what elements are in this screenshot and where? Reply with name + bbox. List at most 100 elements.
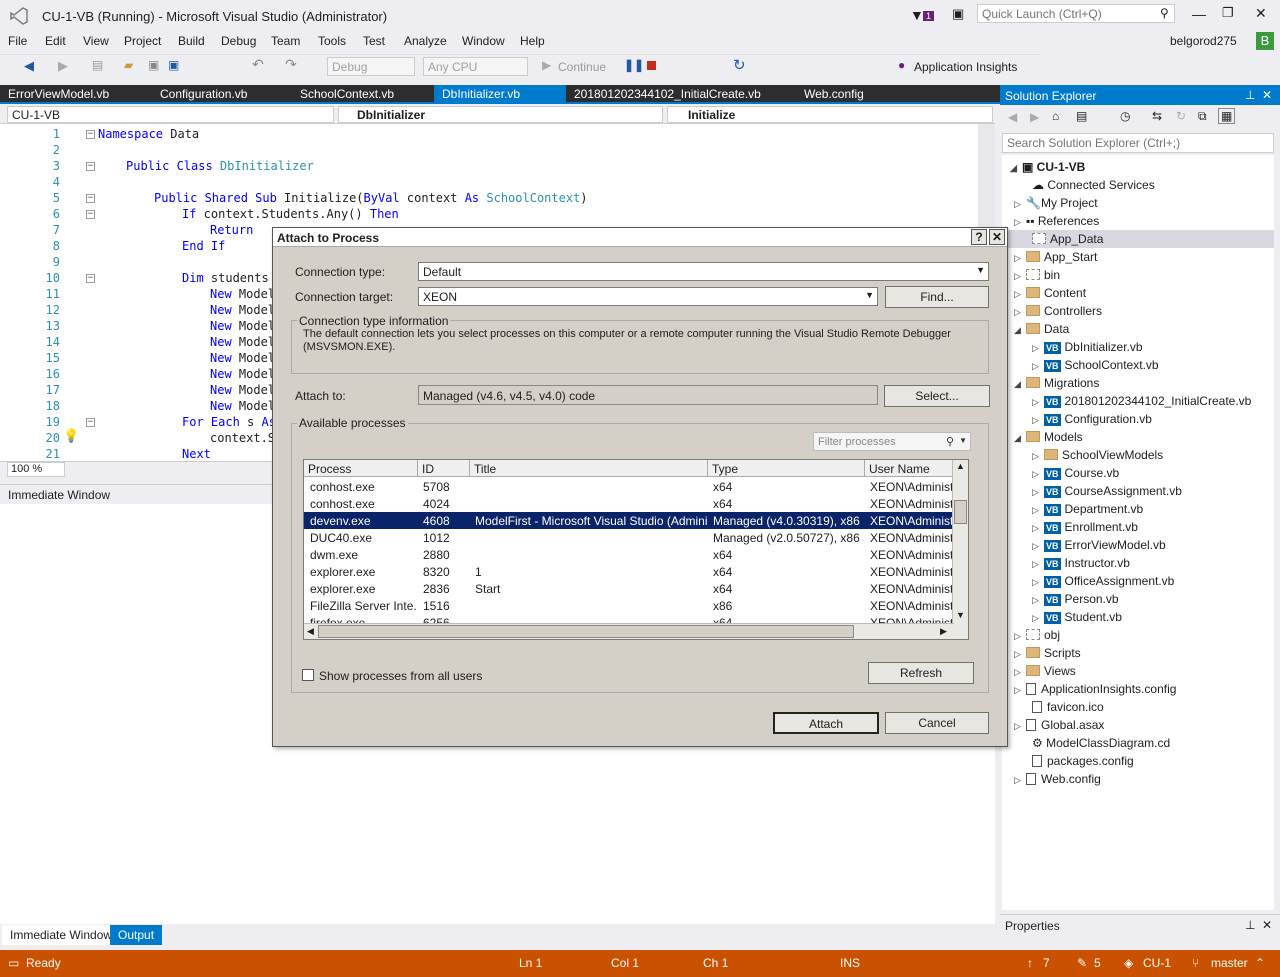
dialog-close-button[interactable]: ✕ [989, 229, 1005, 245]
menu-project[interactable]: Project [124, 34, 161, 48]
collapse-icon[interactable]: − [86, 210, 95, 219]
filter-processes-input[interactable]: Filter processes ⚲ ▼ [813, 432, 971, 451]
switch-views-icon[interactable]: ▤ [1076, 109, 1087, 123]
tree-item[interactable]: ☁ Connected Services [1032, 176, 1155, 194]
table-row[interactable]: explorer.exe2836Startx64XEON\Administrat [304, 580, 954, 597]
scroll-thumb[interactable] [318, 625, 854, 638]
show-all-users-label[interactable]: Show processes from all users [319, 669, 482, 683]
continue-icon[interactable]: ▶ [542, 58, 551, 72]
collapse-icon[interactable]: − [86, 162, 95, 171]
tree-item[interactable]: ▷ VB Instructor.vb [1032, 554, 1130, 572]
feedback-icon[interactable]: ▣ [952, 6, 964, 22]
menu-file[interactable]: File [8, 34, 27, 48]
process-list-vertical-scrollbar[interactable]: ▲ ▼ [952, 460, 968, 639]
tree-item[interactable]: ▷ obj [1014, 626, 1060, 644]
table-row[interactable]: DUC40.exe 1012 Managed (v2.0.50727), x86 XE… [304, 529, 954, 546]
tree-item[interactable]: ▷ ▪▪ References [1014, 212, 1099, 230]
table-row[interactable]: conhost.exe4024x64XEON\Administrat [304, 495, 954, 512]
tree-item[interactable]: ▷ VB Course.vb [1032, 464, 1119, 482]
class-dropdown[interactable]: DbInitializer [338, 106, 663, 123]
tree-item[interactable]: ▷ Global.asax [1014, 716, 1104, 734]
tree-item[interactable]: ▷ App_Start [1014, 248, 1097, 266]
table-row-selected[interactable]: devenv.exe 4608 ModelFirst - Microsoft Vis… [304, 512, 954, 529]
tab-configuration[interactable]: Configuration.vb [152, 85, 292, 104]
tree-item[interactable]: ▷ VB ErrorViewModel.vb [1032, 536, 1166, 554]
tree-item[interactable]: ▷ VB OfficeAssignment.vb [1032, 572, 1174, 590]
tree-item[interactable]: ▷ bin [1014, 266, 1060, 284]
back-icon[interactable]: ◀ [1008, 110, 1017, 124]
restart-icon[interactable]: ↻ [733, 56, 746, 74]
connection-target-select[interactable]: XEON ▼ [418, 287, 878, 306]
open-icon[interactable]: ▰ [124, 58, 133, 72]
tree-item[interactable]: ▷ VB Configuration.vb [1032, 410, 1152, 428]
tree-item[interactable]: ▷ VB 201801202344102_InitialCreate.vb [1032, 392, 1251, 410]
tree-item[interactable]: ▷ VB Student.vb [1032, 608, 1122, 626]
show-all-files-icon[interactable]: ▦ [1218, 108, 1236, 124]
table-row[interactable]: FileZilla Server Inte... 1516 x86 XEON\Admi… [304, 597, 954, 614]
forward-icon[interactable]: ▶ [1030, 110, 1039, 124]
tree-item[interactable]: ◢ Models [1014, 428, 1083, 446]
save-all-icon[interactable]: ▣ [168, 58, 179, 72]
find-button[interactable]: Find... [885, 286, 989, 308]
back-icon[interactable]: ◀ [24, 58, 34, 74]
menu-analyze[interactable]: Analyze [404, 34, 447, 48]
refresh-icon[interactable]: ↻ [1176, 109, 1186, 123]
scroll-up-icon[interactable]: ▲ [956, 461, 965, 471]
collapse-icon[interactable]: − [86, 418, 95, 427]
tree-item[interactable]: ▷ VB Person.vb [1032, 590, 1119, 608]
forward-icon[interactable]: ▶ [58, 58, 68, 74]
column-header-user-name[interactable]: User Name [865, 460, 954, 477]
scroll-right-icon[interactable]: ▶ [940, 626, 947, 637]
tree-item[interactable]: ◢ Data [1014, 320, 1069, 338]
filter-icon[interactable]: ▼ [910, 7, 924, 23]
tree-item[interactable]: App_Data [1002, 230, 1274, 248]
tree-item[interactable]: ▷ 🔧My Project [1014, 194, 1098, 212]
tab-initialcreate[interactable]: 201801202344102_InitialCreate.vb [566, 85, 766, 104]
table-row[interactable]: conhost.exe5708x64XEON\Administrat [304, 478, 954, 495]
column-header-title[interactable]: Title [470, 460, 708, 477]
continue-button[interactable]: Continue [558, 60, 606, 74]
new-project-icon[interactable]: ▤ [92, 58, 103, 72]
refresh-button[interactable]: Refresh [868, 662, 974, 684]
scroll-thumb[interactable] [954, 500, 967, 524]
select-button[interactable]: Select... [884, 385, 990, 407]
tab-output[interactable]: Output [110, 925, 163, 945]
pencil-icon[interactable]: ✎ [1077, 956, 1087, 970]
tree-item[interactable]: ▷ Content [1014, 284, 1086, 302]
collapse-icon[interactable]: − [86, 194, 95, 203]
sync-icon[interactable]: ⇆ [1152, 109, 1162, 123]
tree-item[interactable]: ◢ Migrations [1014, 374, 1099, 392]
project-dropdown[interactable]: CU-1-VB [7, 106, 334, 123]
home-icon[interactable]: ⌂ [1052, 109, 1059, 123]
process-list[interactable]: Process ID Title Type User Name conhost.… [303, 459, 969, 640]
attach-button[interactable]: Attach [773, 712, 879, 734]
menu-team[interactable]: Team [271, 34, 300, 48]
cancel-button[interactable]: Cancel [885, 712, 989, 734]
collapse-all-icon[interactable]: ⧉ [1198, 109, 1207, 124]
tab-schoolcontext[interactable]: SchoolContext.vb [292, 85, 432, 104]
tree-item[interactable]: ⚙ ModelClassDiagram.cd [1032, 734, 1170, 752]
lightbulb-icon[interactable]: 💡 [63, 429, 79, 444]
member-dropdown[interactable]: Initialize [667, 106, 993, 123]
solution-search-input[interactable] [1002, 133, 1274, 153]
tree-item[interactable]: ▷ VB Department.vb [1032, 500, 1143, 518]
column-header-process[interactable]: Process [304, 460, 418, 477]
close-button[interactable]: ✕ [1255, 5, 1267, 22]
tree-item[interactable]: ▷ VB SchoolContext.vb [1032, 356, 1159, 374]
platform-select[interactable]: Any CPU [423, 57, 528, 76]
menu-build[interactable]: Build [178, 34, 205, 48]
notification-badge[interactable]: 1 [923, 11, 935, 21]
tree-item[interactable]: ▷ Web.config [1014, 770, 1101, 788]
menu-test[interactable]: Test [363, 34, 385, 48]
tab-dbinitializer[interactable]: DbInitializer.vb [434, 85, 566, 104]
collapse-icon[interactable]: − [86, 130, 95, 139]
show-all-users-checkbox[interactable] [302, 669, 314, 681]
tree-item-project[interactable]: ◢ ▣ CU-1-VB [1010, 158, 1085, 176]
branch-icon[interactable]: ⑂ [1192, 956, 1199, 970]
unpushed-count[interactable]: 7 [1043, 956, 1050, 970]
tree-item[interactable]: ▷ VB Enrollment.vb [1032, 518, 1138, 536]
tree-item[interactable]: ▷ Controllers [1014, 302, 1102, 320]
undo-icon[interactable]: ↶ [252, 56, 264, 73]
menu-window[interactable]: Window [462, 34, 505, 48]
tree-item[interactable]: ▷ ApplicationInsights.config [1014, 680, 1176, 698]
